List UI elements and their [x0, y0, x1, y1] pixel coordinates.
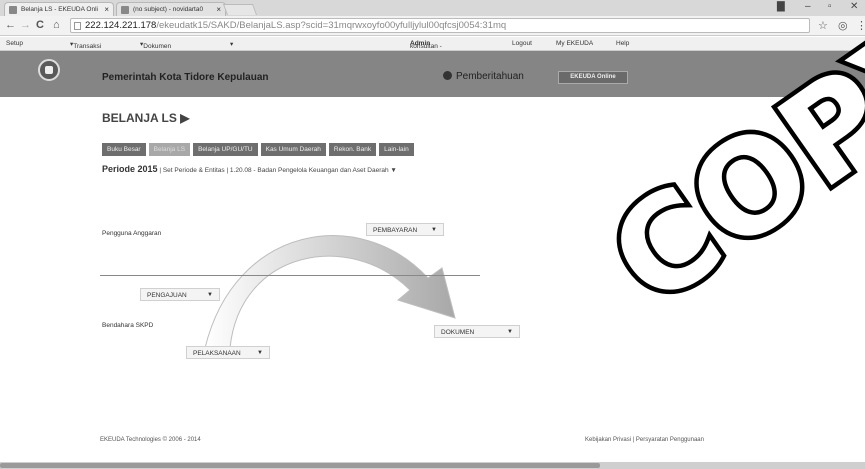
chevron-down-icon: ▼ — [431, 227, 437, 233]
pembayaran-label: PEMBAYARAN — [373, 227, 418, 234]
pelaksanaan-dropdown[interactable]: PELAKSANAAN ▼ — [186, 346, 270, 359]
chevron-down-icon: ▼ — [257, 350, 263, 356]
pengajuan-dropdown[interactable]: PENGAJUAN ▼ — [140, 288, 220, 301]
pengguna-anggaran-label: Pengguna Anggaran — [102, 230, 162, 237]
divider-line — [100, 275, 480, 276]
pengajuan-label: PENGAJUAN — [147, 292, 187, 299]
chevron-down-icon: ▼ — [207, 292, 213, 298]
footer-links[interactable]: Kebijakan Privasi | Persyaratan Pengguna… — [585, 437, 704, 443]
dokumen-dropdown[interactable]: DOKUMEN ▼ — [434, 325, 520, 338]
bendahara-label: Bendahara SKPD — [102, 322, 154, 329]
chevron-down-icon: ▼ — [507, 329, 513, 335]
dokumen-label: DOKUMEN — [441, 329, 475, 336]
footer-copyright: EKEUDA Technologies © 2006 - 2014 — [100, 437, 201, 443]
pembayaran-dropdown[interactable]: PEMBAYARAN ▼ — [366, 223, 444, 236]
scrollbar-thumb[interactable] — [0, 463, 600, 468]
pelaksanaan-label: PELAKSANAAN — [193, 350, 241, 357]
